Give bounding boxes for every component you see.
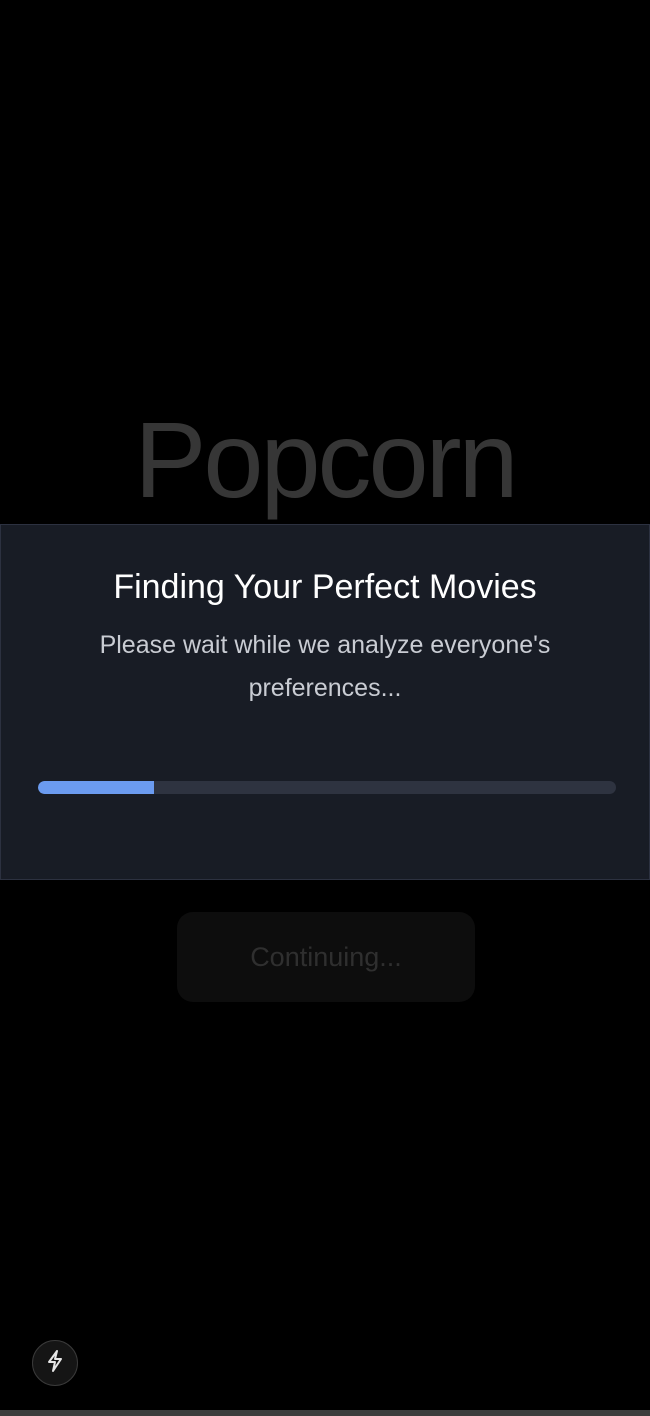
progress-bar — [38, 781, 616, 794]
dev-tools-button[interactable] — [32, 1340, 78, 1386]
modal-subtitle: Please wait while we analyze everyone's … — [99, 631, 551, 702]
modal-title: Finding Your Perfect Movies — [113, 568, 537, 606]
lightning-icon — [44, 1349, 66, 1378]
app-logo-text: Popcorn — [134, 399, 518, 520]
progress-bar-fill — [38, 781, 154, 794]
loading-modal: Finding Your Perfect Movies Please wait … — [0, 524, 650, 880]
home-indicator-bar — [0, 1410, 650, 1416]
continue-button[interactable]: Continuing... — [177, 912, 475, 1002]
